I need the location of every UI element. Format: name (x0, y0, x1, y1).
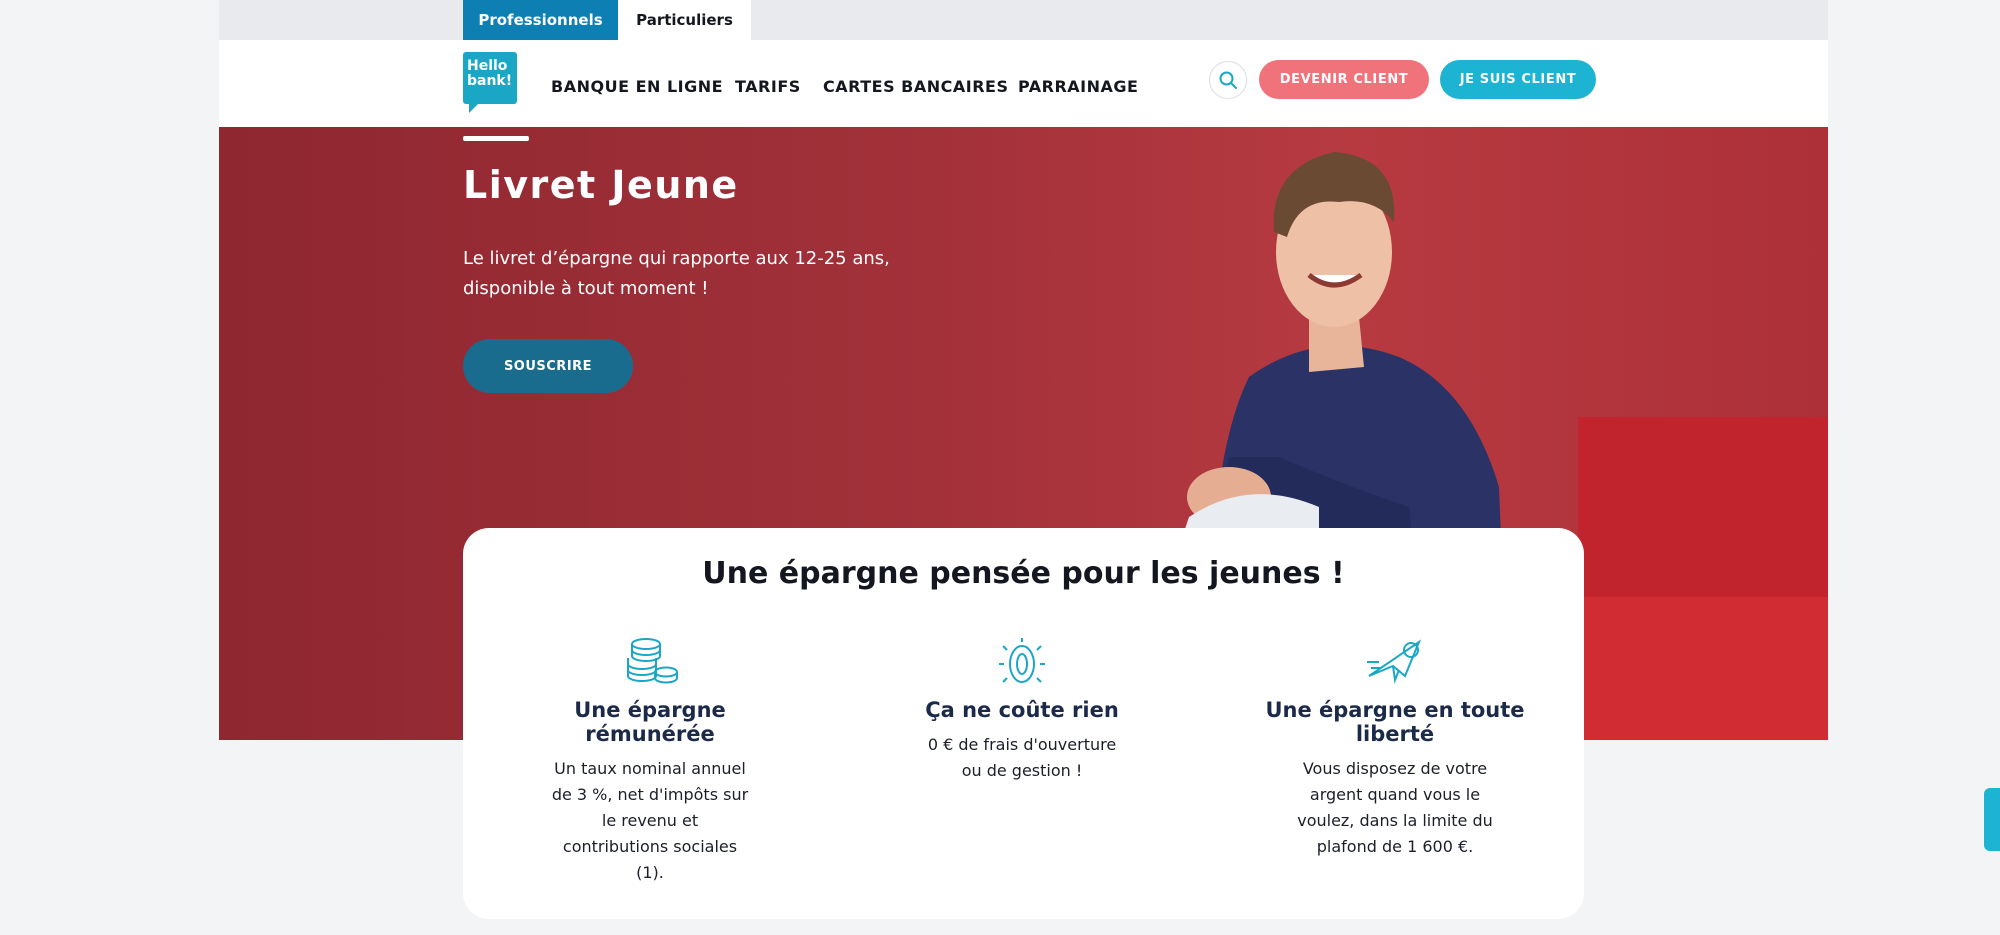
feature-liberte: Une épargne en toute liberté Vous dispos… (1245, 636, 1545, 860)
zero-coin-icon (999, 638, 1045, 683)
hero-title: Livret Jeune (463, 163, 739, 207)
nav-cartes-bancaires[interactable]: CARTES BANCAIRES (823, 77, 1008, 96)
devenir-client-button[interactable]: DEVENIR CLIENT (1259, 60, 1429, 99)
segment-bar: Professionnels Particuliers (219, 0, 1828, 40)
hello-bank-logo[interactable]: Hello bank! (463, 52, 517, 113)
feature-text: 0 € de frais d'ouverture ou de gestion ! (927, 735, 1117, 780)
search-icon (1219, 71, 1237, 89)
tab-particuliers[interactable]: Particuliers (618, 0, 751, 40)
nav-parrainage[interactable]: PARRAINAGE (1018, 77, 1138, 96)
benefits-title: Une épargne pensée pour les jeunes ! (702, 556, 1345, 591)
feature-title: Ça ne coûte rien (925, 698, 1119, 722)
feature-text: Vous disposez de votre argent quand vous… (1297, 759, 1493, 856)
coins-icon (627, 638, 678, 684)
benefits-card: Une épargne pensée pour les jeunes ! Une… (463, 528, 1584, 919)
je-suis-client-button[interactable]: JE SUIS CLIENT (1440, 60, 1596, 99)
hero-accent-line (463, 136, 529, 141)
feature-text: Un taux nominal annuel de 3 %, net d'imp… (551, 759, 749, 882)
search-button[interactable] (1209, 61, 1247, 99)
hero-subtitle: Le livret d’épargne qui rapporte aux 12-… (463, 248, 890, 299)
feature-title: Une épargne rémunérée (574, 698, 726, 746)
souscrire-button[interactable]: SOUSCRIRE (463, 339, 633, 393)
flying-coin-icon (1367, 639, 1422, 684)
feature-title: Une épargne en toute liberté (1265, 698, 1525, 746)
nav-tarifs[interactable]: TARIFS (735, 77, 801, 96)
nav-banque-en-ligne[interactable]: BANQUE EN LIGNE (551, 77, 723, 96)
tab-professionnels[interactable]: Professionnels (463, 0, 618, 40)
feature-gratuit: Ça ne coûte rien 0 € de frais d'ouvertur… (872, 636, 1172, 784)
feature-remuneree: Une épargne rémunérée Un taux nominal an… (500, 636, 800, 886)
side-help-tab[interactable] (1984, 788, 2000, 851)
main-header: Hello bank! BANQUE EN LIGNE TARIFS CARTE… (219, 40, 1828, 127)
